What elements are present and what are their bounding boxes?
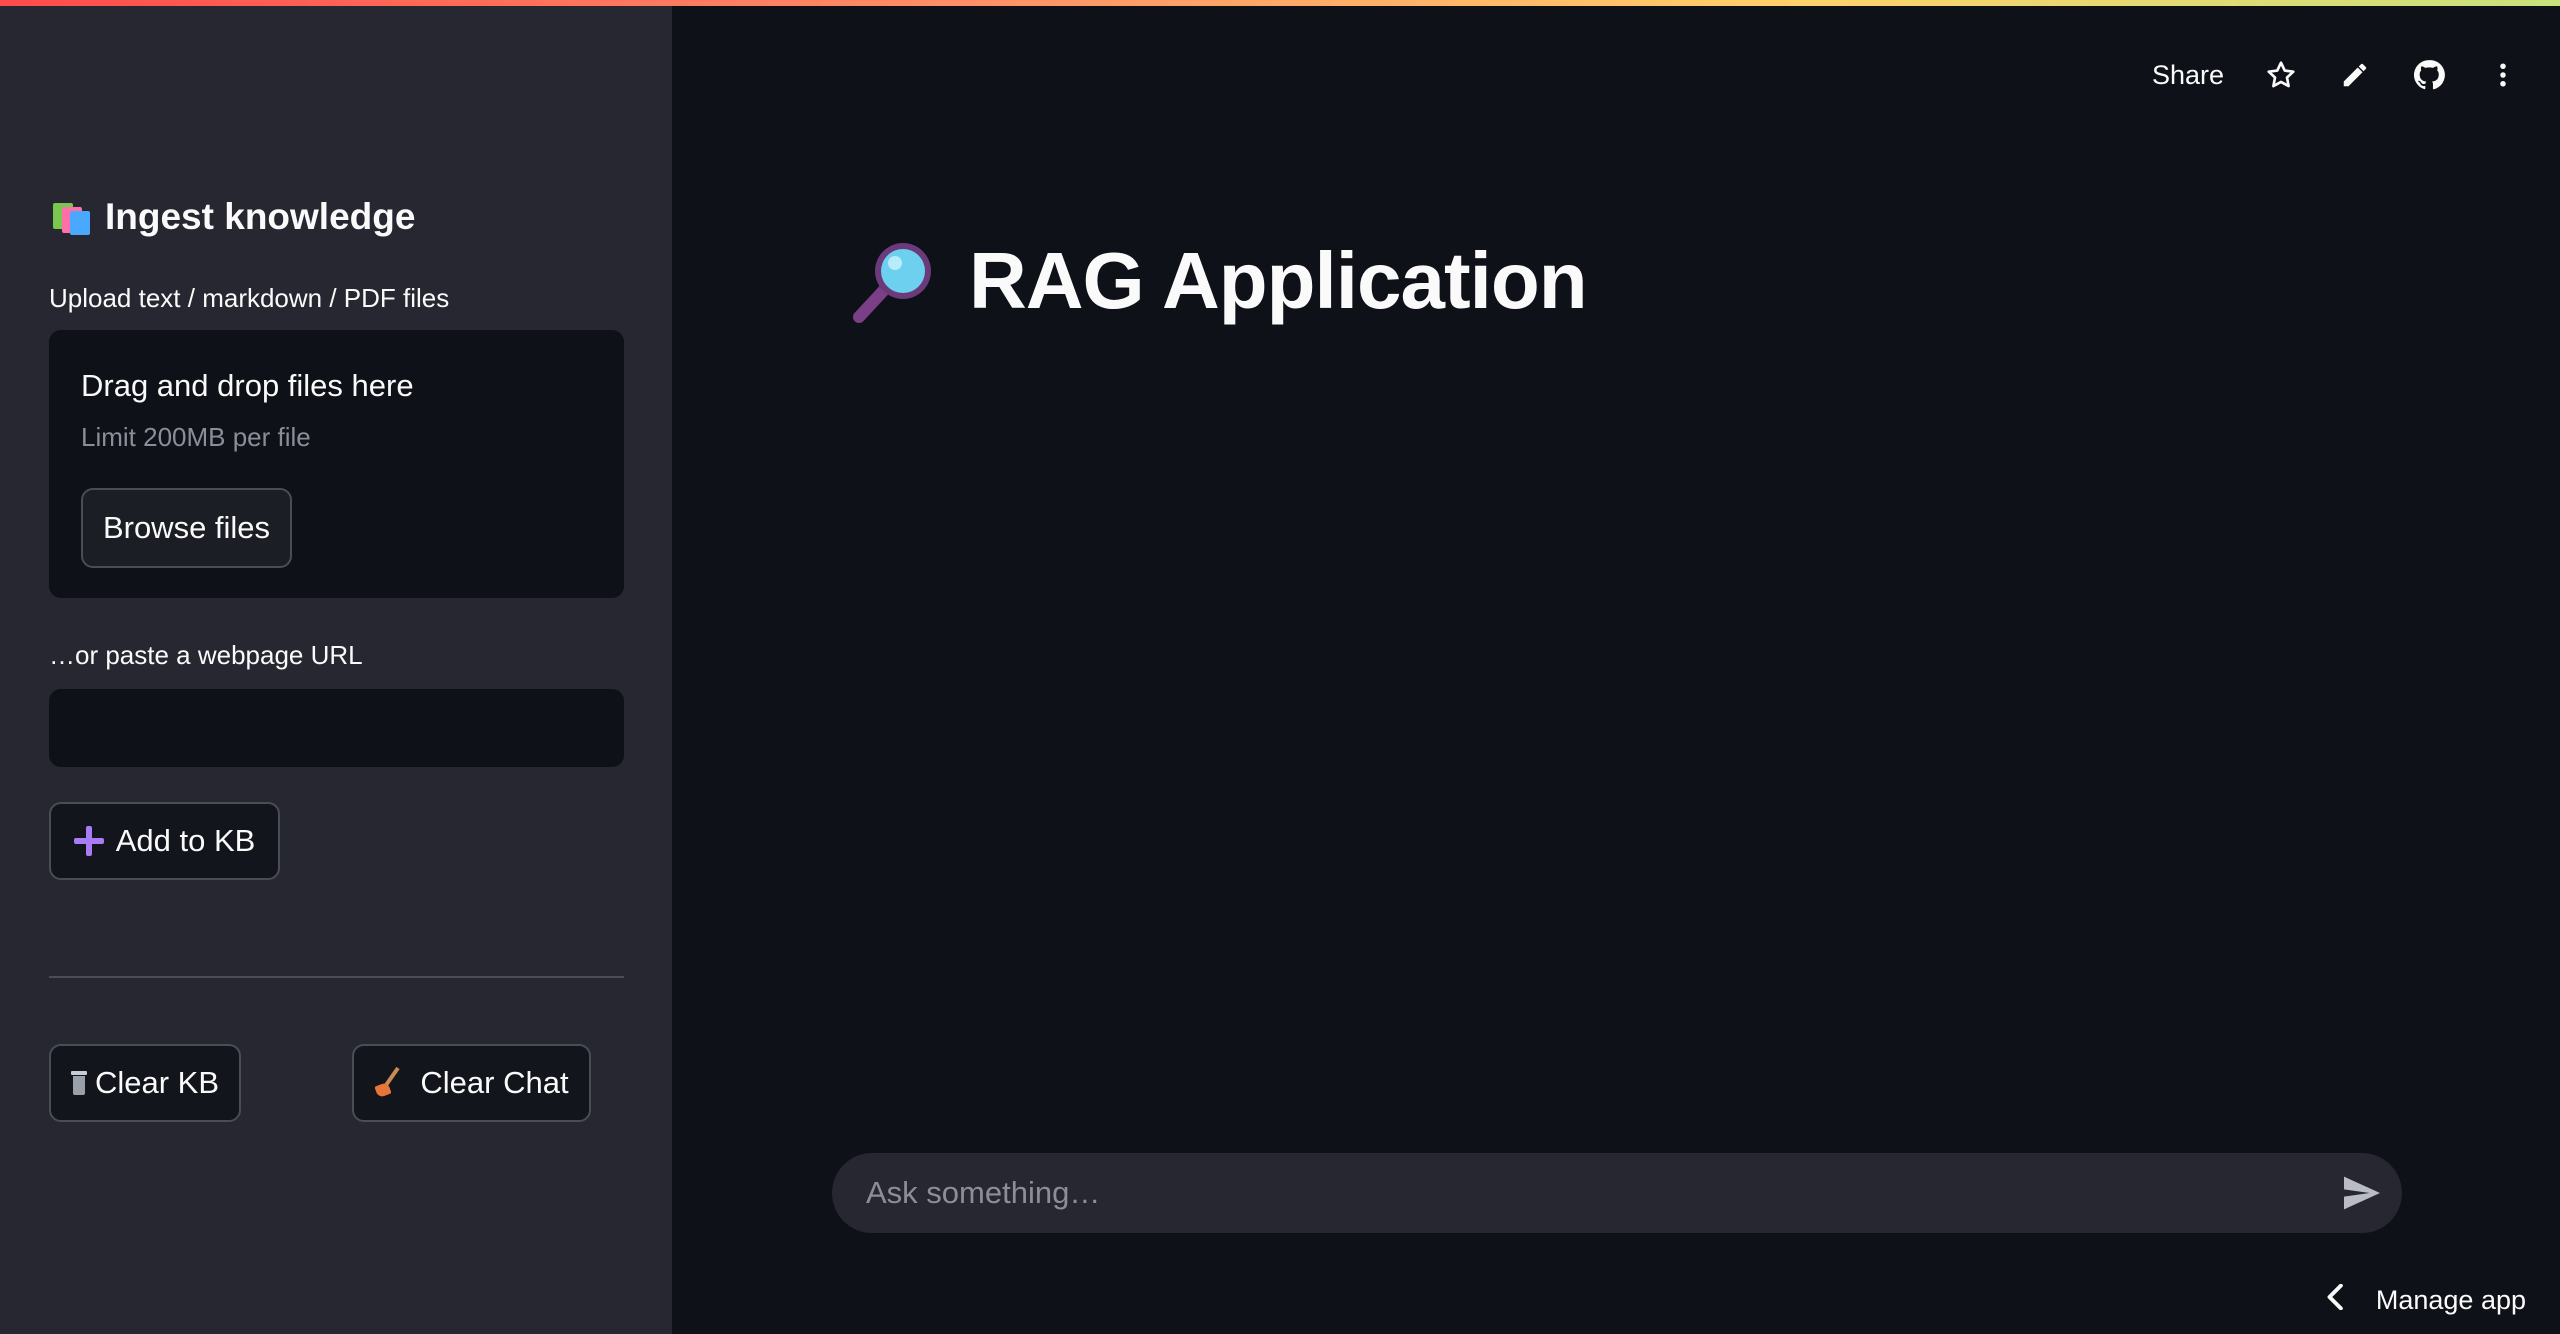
- dropzone-title: Drag and drop files here: [81, 368, 414, 403]
- trash-icon: [70, 1071, 87, 1095]
- clear-kb-button[interactable]: Clear KB: [49, 1044, 241, 1122]
- share-link[interactable]: Share: [2152, 60, 2224, 91]
- clear-kb-label: Clear KB: [94, 1065, 220, 1100]
- plus-icon: [73, 826, 104, 856]
- chevron-left-icon: [2326, 1283, 2346, 1317]
- clear-chat-label: Clear Chat: [420, 1065, 569, 1100]
- page-heading: RAG Application: [847, 235, 1588, 327]
- upload-label: Upload text / markdown / PDF files: [49, 283, 450, 313]
- add-to-kb-label: Add to KB: [115, 823, 256, 858]
- pencil-icon[interactable]: [2338, 58, 2372, 92]
- browse-files-label: Browse files: [102, 510, 271, 545]
- books-icon: [49, 199, 91, 235]
- file-dropzone[interactable]: Drag and drop files here Limit 200MB per…: [49, 330, 624, 598]
- dropzone-limit: Limit 200MB per file: [81, 422, 311, 452]
- top-decoration-bar: [0, 0, 2560, 6]
- send-button[interactable]: [2322, 1153, 2402, 1233]
- github-icon[interactable]: [2412, 58, 2446, 92]
- main-area: Share RAG Application Ask something… Man…: [672, 0, 2560, 1334]
- chat-input[interactable]: [832, 1153, 2322, 1233]
- broom-icon: [374, 1066, 404, 1099]
- add-to-kb-button[interactable]: Add to KB: [49, 802, 280, 880]
- clear-chat-button[interactable]: Clear Chat: [352, 1044, 591, 1122]
- star-icon[interactable]: [2264, 58, 2298, 92]
- header-toolbar: Share: [2152, 54, 2520, 96]
- page-title: RAG Application: [969, 236, 1588, 325]
- manage-app-button[interactable]: Manage app: [2326, 1283, 2526, 1317]
- url-input[interactable]: [49, 689, 624, 767]
- browse-files-button[interactable]: Browse files: [81, 488, 292, 568]
- manage-app-label: Manage app: [2375, 1285, 2526, 1315]
- chat-input-container: [832, 1153, 2402, 1233]
- sidebar-header: Ingest knowledge: [49, 196, 415, 238]
- sidebar-title: Ingest knowledge: [105, 196, 416, 237]
- magnifying-glass-icon: [847, 235, 939, 327]
- url-label: …or paste a webpage URL: [49, 640, 363, 670]
- kebab-menu-icon[interactable]: [2486, 58, 2520, 92]
- send-icon: [2344, 1176, 2380, 1210]
- sidebar: Ingest knowledge Upload text / markdown …: [0, 0, 672, 1334]
- sidebar-divider: [49, 976, 624, 978]
